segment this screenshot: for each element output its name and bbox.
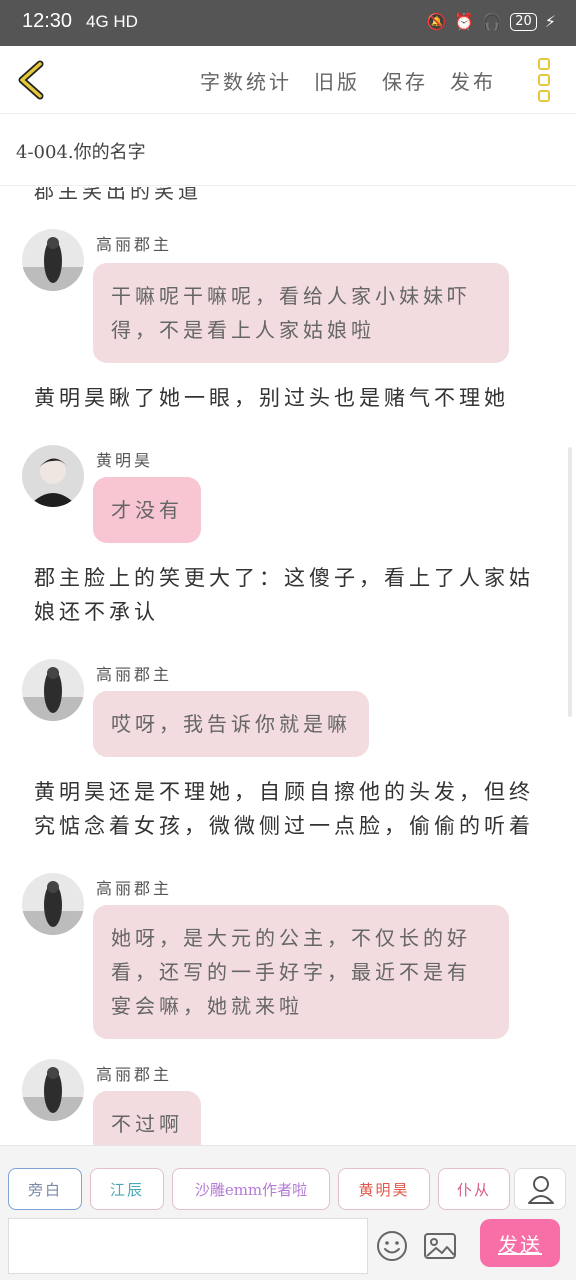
battery-indicator: 20 [510, 12, 537, 31]
role-label: 仆从 [456, 1180, 491, 1199]
narration-text[interactable]: 郡主脸上的笑更大了：这傻子，看上了人家姑娘还不承认 [34, 561, 554, 629]
more-dot-icon [538, 90, 550, 102]
role-label: 旁白 [27, 1180, 62, 1199]
back-button[interactable] [12, 56, 60, 104]
avatar [22, 659, 84, 721]
speaker-name: 黄明昊 [96, 451, 154, 470]
dialogue-bubble[interactable]: 干嘛呢干嘛呢，看给人家小妹妹吓得，不是看上人家姑娘啦 [93, 263, 509, 363]
more-dot-icon [538, 58, 550, 70]
mute-icon: 🔕 [426, 12, 447, 31]
dialogue-bubble[interactable]: 她呀，是大元的公主，不仅长的好看，还写的一手好字，最近不是有宴会嘛，她就来啦 [93, 905, 509, 1039]
role-button-author[interactable]: 沙雕emm作者啦 [172, 1168, 330, 1210]
image-icon [424, 1233, 456, 1259]
publish-button[interactable]: 发布 [450, 66, 496, 95]
more-dot-icon [538, 74, 550, 86]
image-button[interactable] [420, 1228, 460, 1264]
narration-text[interactable]: 黄明昊还是不理她，自顾自擦他的头发，但终究惦念着女孩，微微侧过一点脸，偷偷的听着 [34, 775, 554, 843]
dialogue-bubble[interactable]: 哎呀，我告诉你就是嘛 [93, 691, 369, 757]
alarm-icon: ⏰ [454, 12, 475, 31]
save-button[interactable]: 保存 [382, 66, 428, 95]
scrollbar[interactable] [568, 447, 572, 717]
role-button-jiangchen[interactable]: 江辰 [90, 1168, 164, 1210]
add-role-button[interactable] [514, 1168, 566, 1210]
send-label: 发送 [498, 1232, 542, 1257]
role-selector: 旁白 江辰 沙雕emm作者啦 黄明昊 仆从 [8, 1168, 568, 1212]
emoji-button[interactable] [374, 1228, 410, 1264]
status-bar: 12:30 4G HD 🔕 ⏰ 🎧 20 ⚡ [0, 0, 576, 46]
send-button[interactable]: 发送 [480, 1219, 560, 1267]
word-count-button[interactable]: 字数统计 [200, 66, 292, 95]
speaker-name: 高丽郡主 [96, 1065, 173, 1084]
composer-panel: 旁白 江辰 沙雕emm作者啦 黄明昊 仆从 发送 [0, 1145, 576, 1280]
charging-icon: ⚡ [544, 12, 556, 31]
chevron-left-icon [18, 60, 44, 100]
network-indicator: 4G HD [86, 12, 138, 31]
speaker-name: 高丽郡主 [96, 665, 173, 684]
user-icon [528, 1176, 554, 1204]
toolbar-menu: 字数统计 旧版 保存 发布 [200, 66, 496, 95]
status-time: 12:30 [22, 10, 73, 32]
role-label: 江辰 [109, 1180, 144, 1199]
speaker-name: 高丽郡主 [96, 879, 173, 898]
dialogue-bubble[interactable]: 才没有 [93, 477, 201, 543]
top-bar: 字数统计 旧版 保存 发布 [0, 46, 576, 114]
role-label: 沙雕emm作者啦 [194, 1180, 308, 1199]
more-menu-button[interactable] [530, 56, 558, 104]
role-label: 黄明昊 [358, 1180, 410, 1199]
message-input[interactable] [8, 1218, 368, 1274]
headphones-icon: 🎧 [482, 12, 503, 31]
narration-clipped: 郡主笑出的笑道 [34, 187, 202, 203]
avatar [22, 873, 84, 935]
old-version-button[interactable]: 旧版 [314, 66, 360, 95]
avatar [22, 445, 84, 507]
narration-text[interactable]: 黄明昊瞅了她一眼，别过头也是赌气不理她 [34, 381, 554, 415]
avatar [22, 229, 84, 291]
chapter-title[interactable]: 4-004.你的名字 [0, 114, 576, 186]
smiley-icon [377, 1231, 407, 1261]
story-content[interactable]: 郡主笑出的笑道 高丽郡主 干嘛呢干嘛呢，看给人家小妹妹吓得，不是看上人家姑娘啦 … [0, 187, 576, 1145]
speaker-name: 高丽郡主 [96, 235, 173, 254]
avatar [22, 1059, 84, 1121]
role-button-narrator[interactable]: 旁白 [8, 1168, 82, 1210]
role-button-huangminghao[interactable]: 黄明昊 [338, 1168, 430, 1210]
dialogue-bubble[interactable]: 不过啊 [93, 1091, 201, 1145]
status-icons: 🔕 ⏰ 🎧 20 ⚡ [426, 12, 556, 31]
role-button-servant[interactable]: 仆从 [438, 1168, 510, 1210]
